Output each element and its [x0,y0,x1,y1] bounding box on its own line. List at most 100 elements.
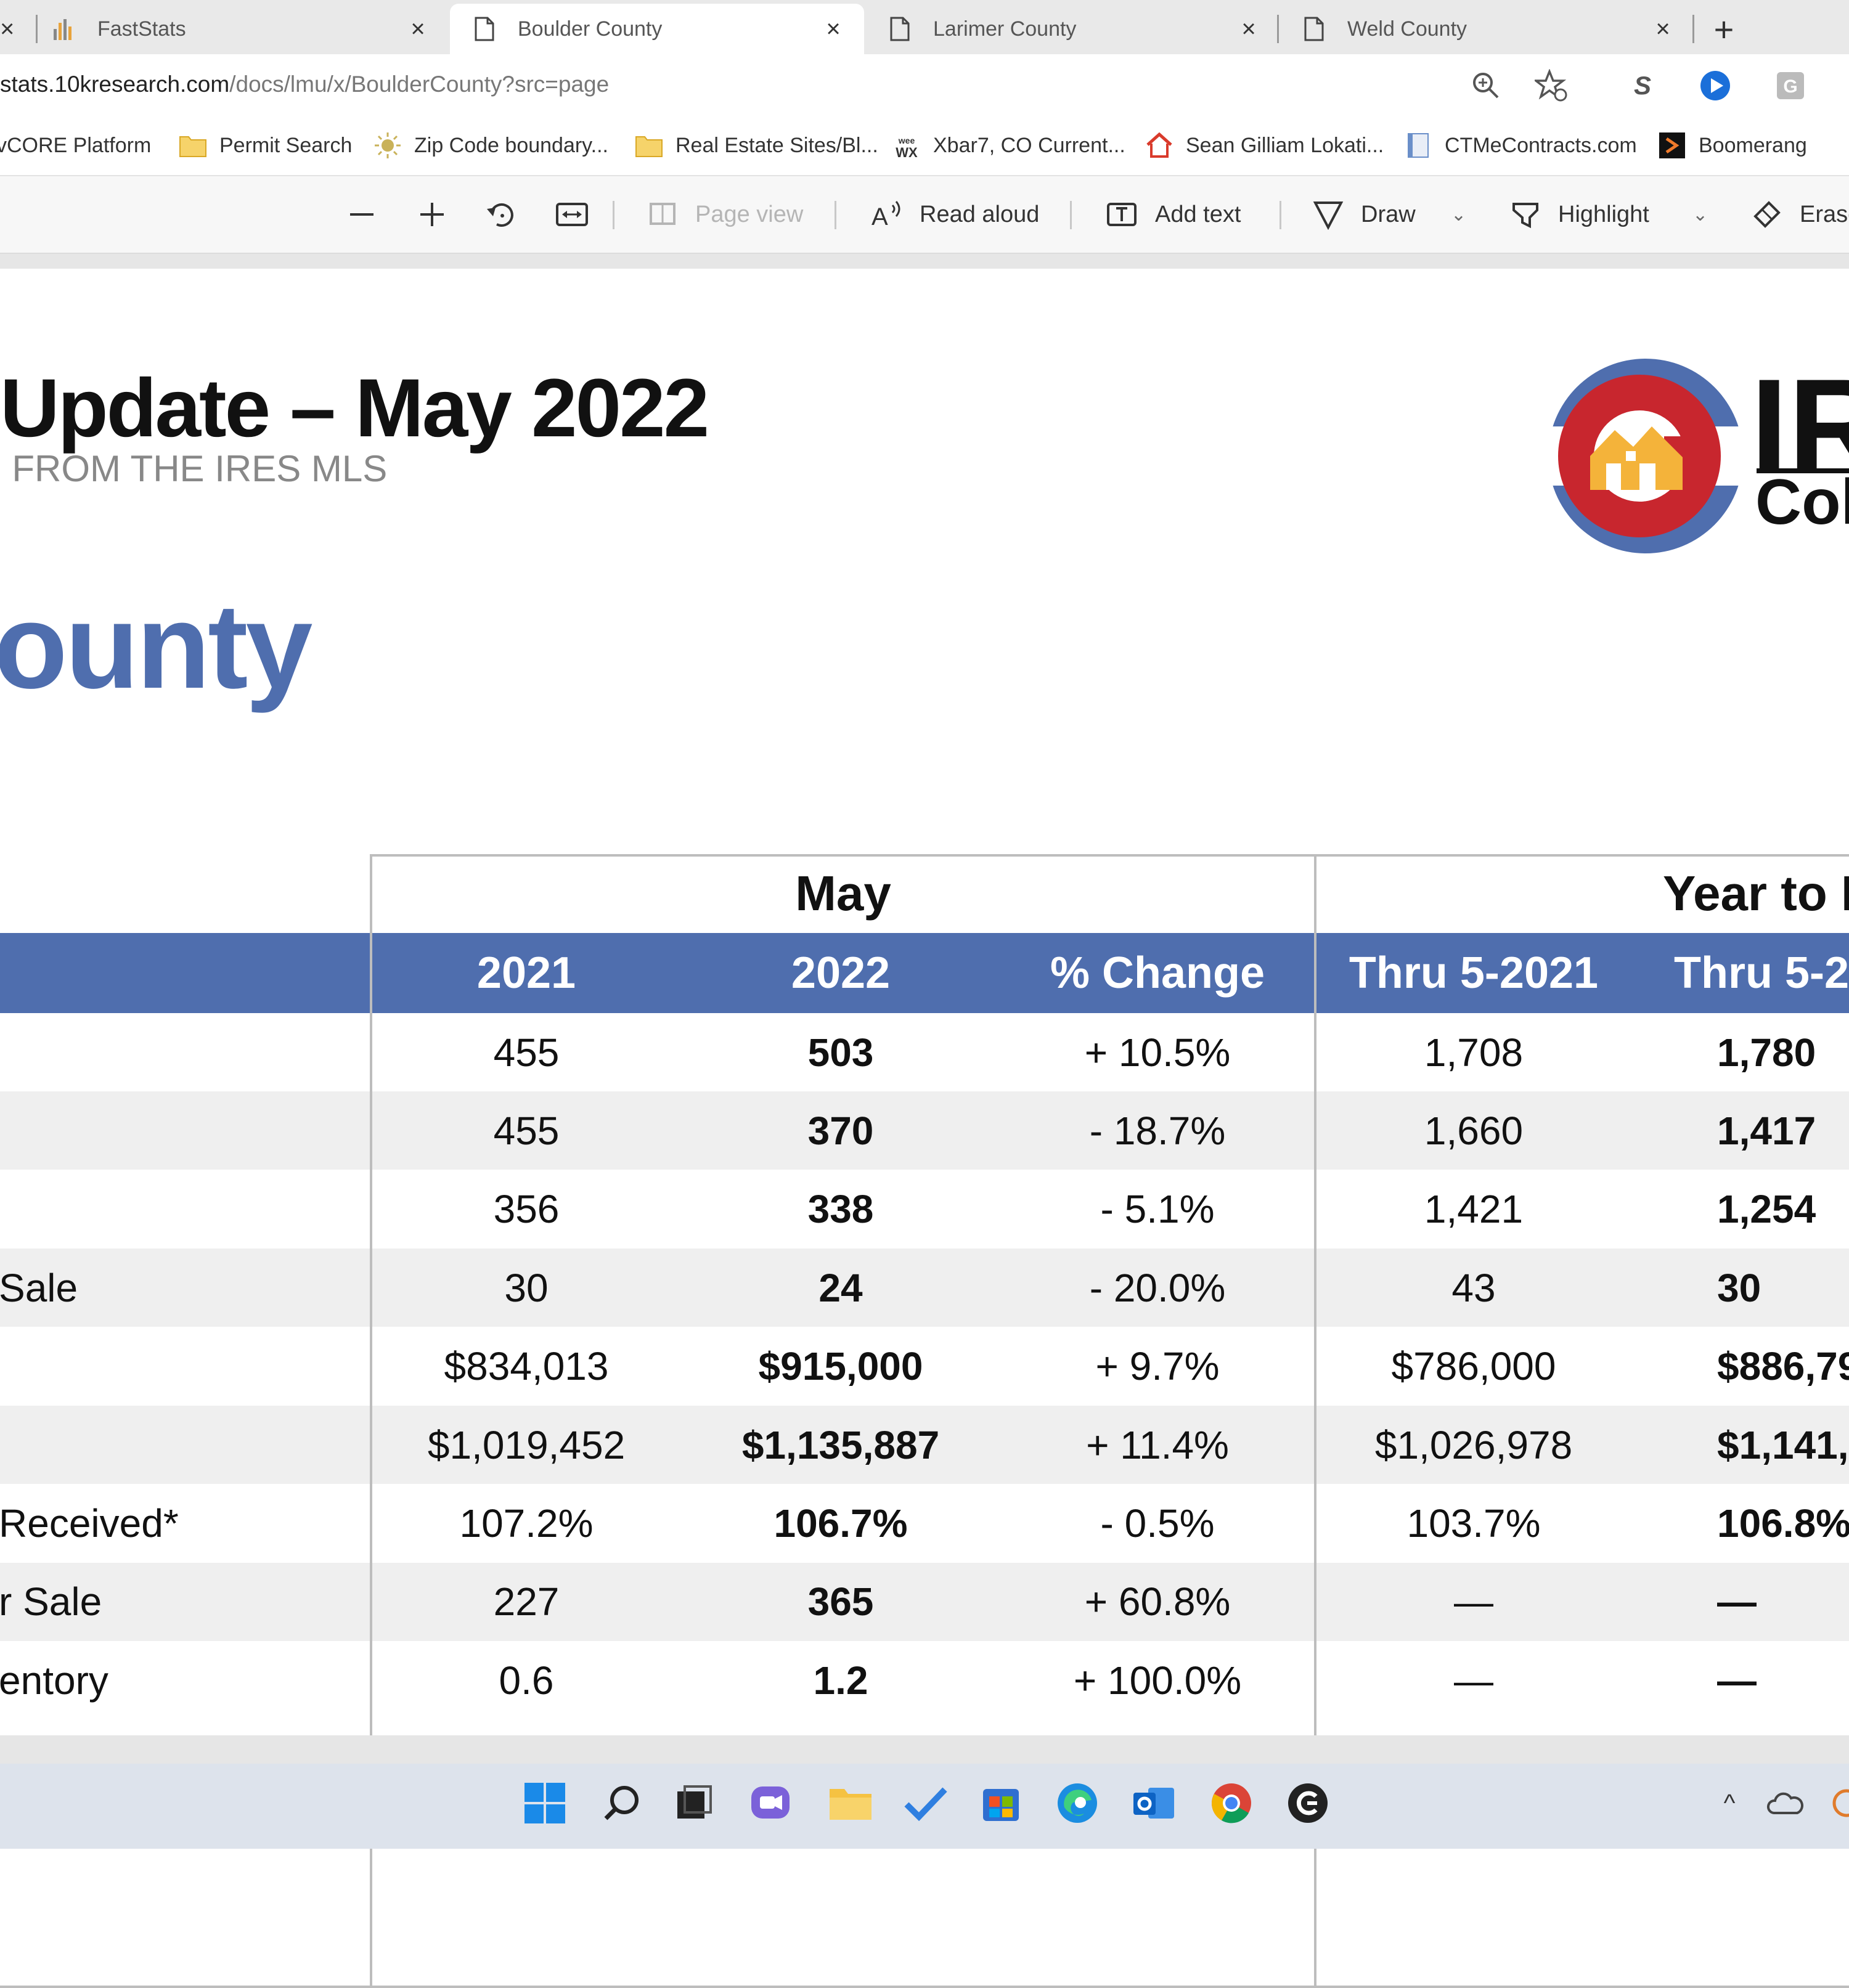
chevron-down-icon: ⌄ [1692,204,1708,225]
folder-icon [179,131,207,160]
draw-dropdown[interactable]: ⌄ [1451,176,1466,253]
bookmark-label: Boomerang [1699,133,1807,157]
cell-may-2021: 30 [504,1265,549,1310]
table-row: entory 0.6 1.2 + 100.0% — — [0,1641,1849,1719]
draw-icon [1313,202,1344,230]
page-icon [1404,131,1432,160]
cell-may-2021: 107.2% [459,1501,594,1546]
cell-percent-change: + 60.8% [1084,1579,1231,1624]
fit-width-button[interactable] [555,176,589,253]
bookmark-boomerang[interactable]: Boomerang [1658,116,1807,175]
highlight-dropdown[interactable]: ⌄ [1692,176,1708,253]
erase-button[interactable]: Erase [1752,176,1849,253]
cell-may-2022: 1.2 [813,1658,868,1703]
add-text-icon [1107,203,1137,226]
toolbar-separator [1070,201,1072,229]
tab-boulder-county[interactable]: Boulder County × [450,4,864,54]
group-header-may: May [795,866,891,921]
url-host: stats.10kresearch.com [0,71,230,97]
tray-app-icon[interactable] [1816,1772,1849,1834]
new-tab-button[interactable]: + [1702,4,1745,54]
add-text-button[interactable]: Add text [1106,176,1241,253]
cell-ytd-2022: 106.8% [1717,1501,1849,1546]
bookmark-ctmecontracts[interactable]: CTMeContracts.com [1404,116,1637,175]
extension-g-icon[interactable]: G [1775,70,1806,101]
store-icon[interactable] [970,1772,1032,1834]
highlight-button[interactable]: Highlight [1510,176,1649,253]
bookmark-real-estate-sites[interactable]: Real Estate Sites/Bl... [635,116,878,175]
tab-faststats[interactable]: FastStats × [30,4,449,54]
edge-icon[interactable] [1047,1772,1108,1834]
folder-icon [635,131,663,160]
chrome-icon[interactable] [1201,1772,1262,1834]
file-explorer-icon[interactable] [820,1772,881,1834]
row-label: r Sale [0,1579,102,1624]
column-header-ytd-2021: Thru 5-2021 [1349,948,1599,998]
cell-ytd-2021: $786,000 [1391,1344,1556,1389]
onedrive-icon[interactable] [1754,1772,1816,1834]
extension-play-icon[interactable] [1699,69,1732,102]
windows-start-icon[interactable] [514,1772,576,1834]
cell-percent-change: + 9.7% [1095,1344,1220,1389]
cell-may-2022: 24 [818,1265,863,1310]
close-icon[interactable]: × [821,15,846,43]
favorites-star-icon[interactable] [1532,68,1568,102]
cell-percent-change: + 100.0% [1073,1658,1242,1703]
document-top-margin [0,254,1849,269]
url-path: /docs/lmu/x/BoulderCounty?src=page [229,71,610,97]
document-icon [888,17,912,41]
close-icon[interactable]: × [406,15,430,43]
windows-taskbar: ^ [0,1764,1849,1849]
county-heading: ounty [0,579,312,714]
url-field[interactable]: stats.10kresearch.com/docs/lmu/x/Boulder… [0,60,1590,108]
close-icon[interactable]: × [1651,15,1675,43]
toolbar-separator [835,201,836,229]
tab-bar: × FastStats × Boulder County × Larimer C… [0,0,1849,54]
row-label: entory [0,1658,108,1703]
page-title: Update – May 2022 [0,362,709,454]
table-row: r Sale 227 365 + 60.8% — — [0,1562,1849,1641]
cell-percent-change: + 10.5% [1084,1030,1231,1075]
bookmark-vcore[interactable]: vCORE Platform [0,116,151,175]
row-label: Received* [0,1501,179,1546]
close-icon[interactable]: × [1236,15,1261,43]
extension-s-icon[interactable]: S [1627,70,1658,101]
page-view-button[interactable]: Page view [647,176,803,253]
cell-may-2021: 455 [493,1108,560,1153]
bookmark-label: vCORE Platform [0,133,152,157]
bookmark-permit-search[interactable]: Permit Search [179,116,352,175]
chevron-up-icon[interactable]: ^ [1699,1772,1760,1834]
bookmark-xbar7[interactable]: wee WX Xbar7, CO Current... [892,116,1125,175]
task-view-icon[interactable] [663,1772,725,1834]
row-label [0,1327,367,1406]
outlook-icon[interactable] [1123,1772,1185,1834]
todo-icon[interactable] [895,1772,957,1834]
bookmark-zip-code[interactable]: Zip Code boundary... [373,116,608,175]
zoom-out-button[interactable] [346,176,377,253]
tab-larimer-county[interactable]: Larimer County × [865,4,1280,54]
chat-icon[interactable] [740,1772,801,1834]
bookmark-label: Zip Code boundary... [414,133,608,157]
zoom-in-button[interactable] [417,176,447,253]
bookmark-sean-gilliam[interactable]: Sean Gilliam Lokati... [1145,116,1384,175]
draw-button[interactable]: Draw [1313,176,1416,253]
rotate-button[interactable] [484,176,518,253]
cell-may-2022: $915,000 [758,1344,923,1389]
tab-close-partial[interactable]: × [0,4,14,54]
close-icon[interactable]: × [0,15,14,43]
svg-text:G: G [1783,76,1797,97]
bookmark-label: Sean Gilliam Lokati... [1186,133,1384,157]
zoom-icon[interactable] [1471,70,1501,101]
search-icon[interactable] [590,1772,652,1834]
table-bottom-border [0,1986,1849,1988]
table-row: Received* 107.2% 106.7% - 0.5% 103.7% 106.8% [0,1484,1849,1562]
weather-icon: wee WX [892,131,921,160]
cell-ytd-2022: 1,417 [1717,1108,1816,1153]
cell-ytd-2021: — [1454,1579,1493,1624]
app-icon[interactable] [1277,1772,1339,1834]
tab-weld-county[interactable]: Weld County × [1280,4,1694,54]
cell-may-2022: 370 [807,1108,874,1153]
cell-ytd-2022: $1,141,2 [1717,1422,1849,1467]
cell-ytd-2021: — [1454,1658,1493,1703]
read-aloud-button[interactable]: A Read aloud [870,176,1039,253]
